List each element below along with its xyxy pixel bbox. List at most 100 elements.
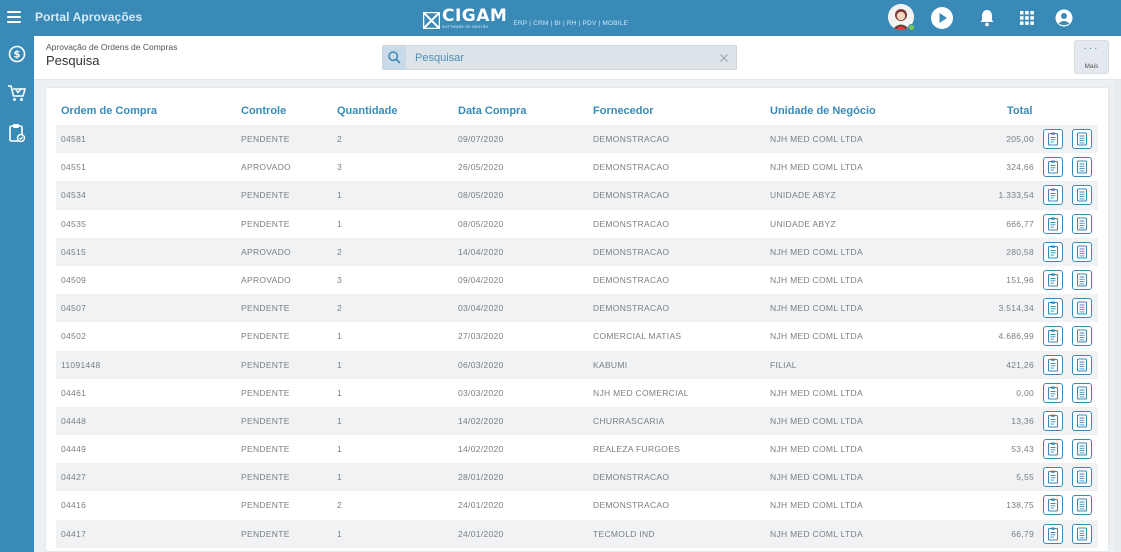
document-list-icon[interactable]	[1072, 354, 1092, 375]
document-list-icon[interactable]	[1072, 157, 1092, 178]
search-input[interactable]	[415, 46, 715, 69]
cell-fornecedor: DEMONSTRACAO	[593, 274, 670, 285]
shopping-cart-icon[interactable]	[6, 82, 28, 104]
column-header-total[interactable]: Total	[1007, 105, 1032, 117]
dollar-circle-icon[interactable]: $	[6, 43, 28, 65]
column-header-ordem[interactable]: Ordem de Compra	[61, 105, 157, 117]
clipboard-approval-icon[interactable]	[6, 122, 28, 144]
document-list-icon[interactable]	[1072, 213, 1092, 234]
document-list-icon[interactable]	[1072, 495, 1092, 516]
cell-ordem: 04427	[61, 472, 87, 483]
purchase-orders-table: Ordem de Compra Controle Quantidade Data…	[45, 87, 1109, 552]
account-circle-icon[interactable]	[1051, 5, 1077, 31]
document-details-icon[interactable]	[1043, 523, 1063, 544]
table-row[interactable]: 04509 APROVADO 3 09/04/2020 DEMONSTRACAO NJH …	[56, 266, 1098, 294]
document-details-icon[interactable]	[1043, 269, 1063, 290]
cigam-logo-mark-icon	[423, 12, 440, 29]
document-details-icon[interactable]	[1043, 157, 1063, 178]
table-header: Ordem de Compra Controle Quantidade Data…	[46, 88, 1108, 125]
table-row[interactable]: 04551 APROVADO 3 26/05/2020 DEMONSTRACAO NJH …	[56, 153, 1098, 181]
cell-quantidade: 2	[337, 500, 343, 511]
column-header-controle[interactable]: Controle	[241, 105, 286, 117]
table-row[interactable]: 04502 PENDENTE 1 27/03/2020 COMERCIAL MATIAS…	[56, 322, 1098, 350]
table-row[interactable]: 11091448 PENDENTE 1 06/03/2020 KABUMI FILIAL 4…	[56, 350, 1098, 379]
cell-quantidade: 1	[337, 218, 343, 229]
document-details-icon[interactable]	[1043, 326, 1063, 347]
column-header-unidade[interactable]: Unidade de Negócio	[770, 105, 876, 117]
cell-quantidade: 1	[337, 415, 343, 426]
search-icon[interactable]	[383, 46, 406, 69]
cell-unidade: UNIDADE ABYZ	[770, 190, 836, 201]
cell-data-compra: 09/04/2020	[458, 274, 504, 285]
cell-ordem: 04535	[61, 218, 87, 229]
document-list-icon[interactable]	[1072, 129, 1092, 149]
cell-ordem: 04534	[61, 190, 87, 201]
cell-fornecedor: DEMONSTRACAO	[593, 303, 670, 314]
document-details-icon[interactable]	[1043, 298, 1063, 319]
cell-data-compra: 28/01/2020	[458, 472, 504, 483]
document-details-icon[interactable]	[1043, 213, 1063, 234]
cell-quantidade: 1	[337, 331, 343, 342]
play-icon[interactable]	[929, 5, 955, 31]
cell-controle: APROVADO	[241, 246, 291, 257]
cell-fornecedor: CHURRASCARIA	[593, 415, 665, 426]
document-list-icon[interactable]	[1072, 326, 1092, 347]
hamburger-menu-icon[interactable]	[7, 11, 21, 23]
table-row[interactable]: 04427 PENDENTE 1 28/01/2020 DEMONSTRACAO NJH …	[56, 463, 1098, 492]
cell-ordem: 04448	[61, 415, 87, 426]
document-details-icon[interactable]	[1043, 467, 1063, 488]
document-list-icon[interactable]	[1072, 523, 1092, 544]
document-list-icon[interactable]	[1072, 269, 1092, 290]
table-row[interactable]: 04449 PENDENTE 1 14/02/2020 REALEZA FURGOES N…	[56, 435, 1098, 463]
more-button[interactable]: ··· Mais	[1074, 40, 1109, 74]
table-row[interactable]: 04461 PENDENTE 1 03/03/2020 NJH MED COMERCIA…	[56, 379, 1098, 407]
document-details-icon[interactable]	[1043, 354, 1063, 375]
document-details-icon[interactable]	[1043, 185, 1063, 206]
document-list-icon[interactable]	[1072, 382, 1092, 403]
cell-unidade: NJH MED COML LTDA	[770, 472, 863, 483]
document-details-icon[interactable]	[1043, 382, 1063, 403]
table-row[interactable]: 04535 PENDENTE 1 08/05/2020 DEMONSTRACAO UNID…	[56, 210, 1098, 238]
page-scrollbar[interactable]	[1115, 80, 1121, 552]
table-row[interactable]: 04515 APROVADO 2 14/04/2020 DEMONSTRACAO NJH …	[56, 237, 1098, 266]
cell-data-compra: 06/03/2020	[458, 359, 504, 370]
table-row[interactable]: 04416 PENDENTE 2 24/01/2020 DEMONSTRACAO NJH …	[56, 491, 1098, 519]
apps-grid-icon[interactable]	[1014, 5, 1040, 31]
cell-controle: PENDENTE	[241, 415, 290, 426]
document-list-icon[interactable]	[1072, 410, 1092, 431]
more-button-label: Mais	[1084, 63, 1099, 70]
document-details-icon[interactable]	[1043, 241, 1063, 262]
cell-unidade: NJH MED COML LTDA	[770, 246, 863, 257]
bell-icon[interactable]	[974, 5, 1000, 31]
cell-quantidade: 1	[337, 472, 343, 483]
document-details-icon[interactable]	[1043, 439, 1063, 460]
column-header-quantidade[interactable]: Quantidade	[337, 105, 398, 117]
table-row[interactable]: 04417 PENDENTE 1 24/01/2020 TECMOLD IND NJH M…	[56, 519, 1098, 548]
cell-fornecedor: TECMOLD IND	[593, 528, 655, 539]
document-list-icon[interactable]	[1072, 298, 1092, 319]
cell-ordem: 04507	[61, 303, 87, 314]
cell-controle: PENDENTE	[241, 218, 290, 229]
column-header-fornecedor[interactable]: Fornecedor	[593, 105, 654, 117]
document-list-icon[interactable]	[1072, 439, 1092, 460]
cell-total: 205,00	[1006, 134, 1034, 144]
table-row[interactable]: 04448 PENDENTE 1 14/02/2020 CHURRASCARIA NJH …	[56, 406, 1098, 436]
document-list-icon[interactable]	[1072, 467, 1092, 488]
cell-fornecedor: DEMONSTRACAO	[593, 134, 670, 144]
column-header-data-compra[interactable]: Data Compra	[458, 105, 526, 117]
cell-quantidade: 1	[337, 444, 343, 455]
table-row[interactable]: 04534 PENDENTE 1 08/05/2020 DEMONSTRACAO UNID…	[56, 181, 1098, 210]
document-details-icon[interactable]	[1043, 495, 1063, 516]
document-details-icon[interactable]	[1043, 129, 1063, 149]
cell-ordem: 04461	[61, 387, 87, 398]
table-row[interactable]: 04507 PENDENTE 2 03/04/2020 DEMONSTRACAO NJH …	[56, 294, 1098, 323]
document-list-icon[interactable]	[1072, 241, 1092, 262]
cell-ordem: 11091448	[61, 359, 101, 370]
document-details-icon[interactable]	[1043, 410, 1063, 431]
cell-unidade: UNIDADE ABYZ	[770, 218, 836, 229]
cell-controle: PENDENTE	[241, 190, 290, 201]
logo-text: CIGAM SOFTWARE DE GESTÃO	[442, 7, 507, 30]
clear-search-icon[interactable]	[718, 51, 730, 63]
document-list-icon[interactable]	[1072, 185, 1092, 206]
table-row[interactable]: 04581 PENDENTE 2 09/07/2020 DEMONSTRACAO NJH …	[56, 125, 1098, 154]
